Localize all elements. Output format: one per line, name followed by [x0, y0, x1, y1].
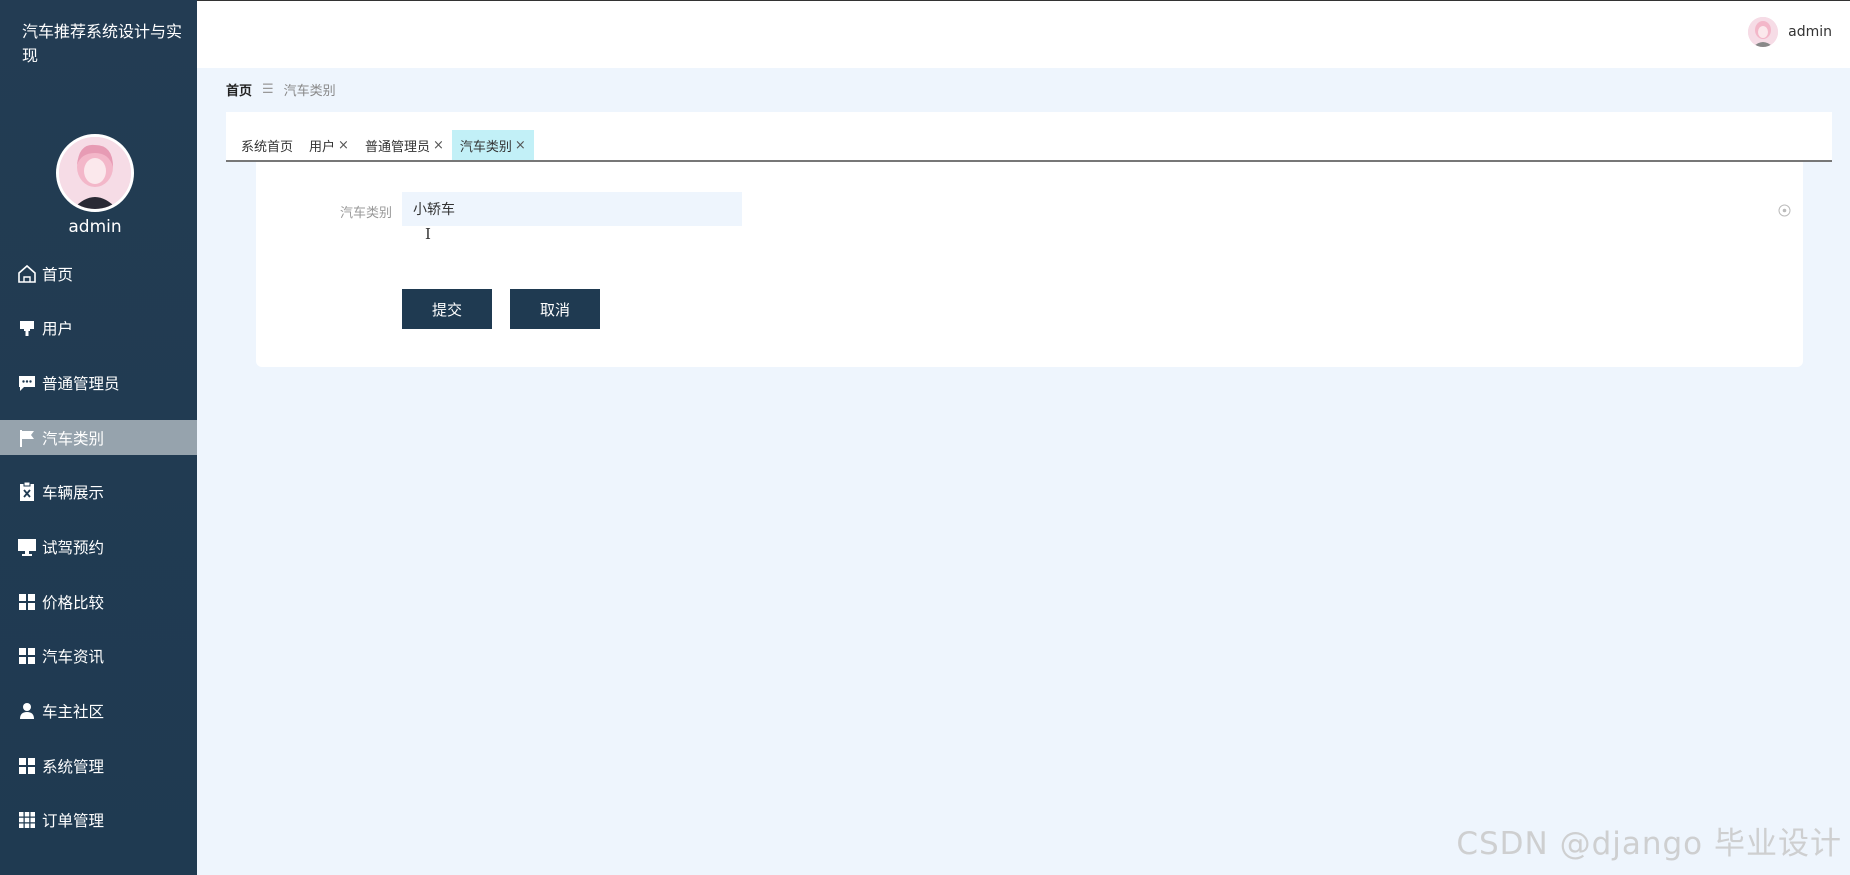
- text-cursor-icon: I: [425, 225, 431, 243]
- sidebar: 汽车推荐系统设计与实现 admin 首页 用户 普通管理员 汽车类别 车辆展示 …: [0, 0, 197, 875]
- tab-label: 用户: [309, 139, 336, 155]
- clear-icon[interactable]: [1778, 202, 1791, 217]
- sidebar-item-label: 首页: [42, 265, 74, 284]
- top-bar: admin: [197, 0, 1850, 68]
- tab-label: 汽车类别: [459, 139, 512, 155]
- brush-icon: [16, 318, 38, 338]
- app-title: 汽车推荐系统设计与实现: [22, 22, 183, 65]
- car-category-input[interactable]: [402, 192, 742, 226]
- grid-3x3-icon: [16, 810, 38, 830]
- home-icon: [16, 264, 38, 284]
- tab-car-category[interactable]: 汽车类别 ×: [451, 130, 534, 160]
- sidebar-avatar: [56, 134, 134, 212]
- sidebar-item-test-drive[interactable]: 试驾预约: [0, 529, 197, 564]
- sidebar-item-label: 车辆展示: [42, 484, 105, 503]
- close-icon[interactable]: ×: [338, 138, 349, 153]
- sidebar-item-admins[interactable]: 普通管理员: [0, 365, 197, 400]
- sidebar-item-label: 普通管理员: [42, 374, 120, 393]
- sidebar-username: admin: [68, 217, 122, 237]
- clipboard-x-icon: [16, 482, 38, 502]
- sidebar-item-car-category[interactable]: 汽车类别: [0, 420, 197, 456]
- sidebar-item-label: 系统管理: [42, 757, 105, 776]
- cancel-button[interactable]: 取消: [510, 289, 600, 329]
- tab-bar: 系统首页 用户 × 普通管理员 × 汽车类别 ×: [226, 112, 1832, 162]
- grid-icon: [16, 646, 38, 666]
- breadcrumb: 首页 ☰ 汽车类别: [226, 80, 336, 99]
- car-category-label: 汽车类别: [339, 206, 392, 221]
- tab-system-home[interactable]: 系统首页: [233, 130, 301, 160]
- close-icon[interactable]: ×: [433, 138, 444, 153]
- sidebar-item-label: 用户: [42, 320, 74, 339]
- sidebar-item-owner-community[interactable]: 车主社区: [0, 694, 197, 729]
- sidebar-item-label: 订单管理: [42, 812, 105, 831]
- breadcrumb-home[interactable]: 首页: [226, 80, 252, 99]
- tab-users[interactable]: 用户 ×: [301, 130, 357, 160]
- sidebar-item-price-compare[interactable]: 价格比较: [0, 584, 197, 619]
- breadcrumb-current: 汽车类别: [283, 84, 336, 99]
- sidebar-item-home[interactable]: 首页: [0, 256, 197, 291]
- sidebar-item-label: 价格比较: [42, 593, 105, 612]
- sidebar-item-order-management[interactable]: 订单管理: [0, 803, 197, 838]
- sidebar-item-users[interactable]: 用户: [0, 311, 197, 346]
- user-menu[interactable]: admin: [1748, 17, 1832, 47]
- tab-label: 系统首页: [241, 139, 294, 155]
- sidebar-menu: 首页 用户 普通管理员 汽车类别 车辆展示 试驾预约 价格比较 汽车资讯 车主社…: [0, 256, 197, 858]
- submit-button[interactable]: 提交: [402, 289, 492, 329]
- sidebar-item-label: 试驾预约: [42, 538, 105, 557]
- monitor-icon: [16, 537, 38, 557]
- sidebar-item-car-news[interactable]: 汽车资讯: [0, 639, 197, 674]
- avatar[interactable]: [1748, 17, 1779, 47]
- sidebar-item-label: 汽车类别: [42, 429, 105, 448]
- tab-label: 普通管理员: [364, 139, 430, 155]
- close-icon[interactable]: ×: [515, 138, 526, 153]
- sidebar-item-vehicles[interactable]: 车辆展示: [0, 475, 197, 510]
- sidebar-item-system-management[interactable]: 系统管理: [0, 748, 197, 783]
- flag-icon: [16, 428, 38, 448]
- sidebar-item-label: 车主社区: [42, 703, 105, 721]
- watermark: CSDN @django 毕业设计: [1456, 826, 1842, 862]
- grid-icon: [16, 592, 38, 612]
- tab-admins[interactable]: 普通管理员 ×: [357, 130, 452, 160]
- grid-icon: [16, 756, 38, 776]
- sidebar-item-label: 汽车资讯: [42, 648, 105, 667]
- header-username[interactable]: admin: [1788, 24, 1832, 40]
- chat-icon: [16, 373, 38, 393]
- breadcrumb-separator: ☰: [262, 82, 274, 97]
- user-icon: [16, 701, 38, 721]
